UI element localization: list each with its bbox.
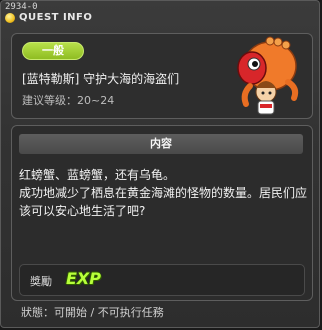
description-line: 成功地减少了栖息在黄金海滩的怪物的数量。居民们应该可以安心地生活了吧? [19,186,308,218]
quest-content-panel: 内容 红螃蟹、蓝螃蟹，还有乌龟。 成功地减少了栖息在黄金海滩的怪物的数量。居民们… [11,125,313,301]
quest-status: 狀態：可開始 / 不可执行任務 [21,306,164,319]
quest-title: [蓝特勒斯] 守护大海的海盗们 [22,72,180,86]
npc-octopus-icon [237,36,299,115]
window-title: QUEST INFO [5,12,92,23]
quest-id: 2934-0 [5,2,38,12]
content-heading: 内容 [19,134,303,154]
quest-description: 红螃蟹、蓝螃蟹，还有乌龟。 成功地减少了栖息在黄金海滩的怪物的数量。居民们应该可… [19,166,307,220]
quest-info-window: 2934-0 QUEST INFO 一般 [蓝特勒斯] 守护大海的海盗们 建议等… [0,0,320,328]
reward-label: 獎勵 [30,275,52,288]
window-title-text: QUEST INFO [19,12,93,23]
lightbulb-icon [5,12,15,23]
description-line: 红螃蟹、蓝螃蟹，还有乌龟。 [19,168,176,182]
quest-summary-panel: 一般 [蓝特勒斯] 守护大海的海盗们 建议等级：20~24 [11,33,313,119]
quest-category-badge: 一般 [22,42,84,60]
reward-box: 獎勵 EXP [19,264,305,296]
exp-reward-icon: EXP [66,269,101,288]
recommended-level: 建议等级：20~24 [22,94,115,107]
